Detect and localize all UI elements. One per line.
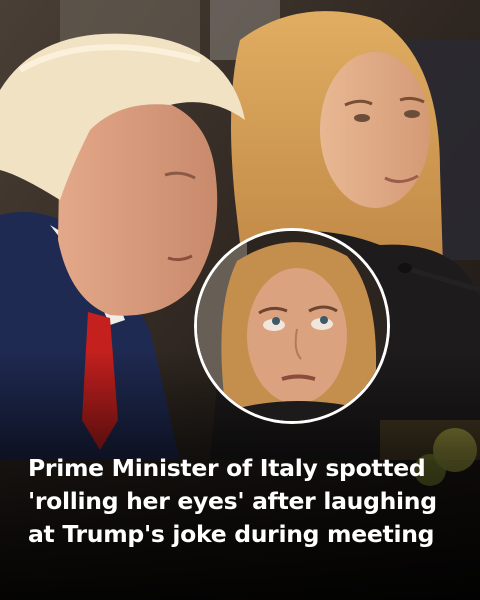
headline-line-3: at Trump's joke during meeting: [28, 520, 435, 548]
closeup-inset-photo: [194, 228, 390, 424]
headline-line-1: Prime Minister of Italy spotted: [28, 454, 426, 482]
news-post: Prime Minister of Italy spotted 'rolling…: [0, 0, 480, 600]
headline: Prime Minister of Italy spotted 'rolling…: [28, 452, 460, 551]
headline-line-2: 'rolling her eyes' after laughing: [28, 487, 437, 515]
